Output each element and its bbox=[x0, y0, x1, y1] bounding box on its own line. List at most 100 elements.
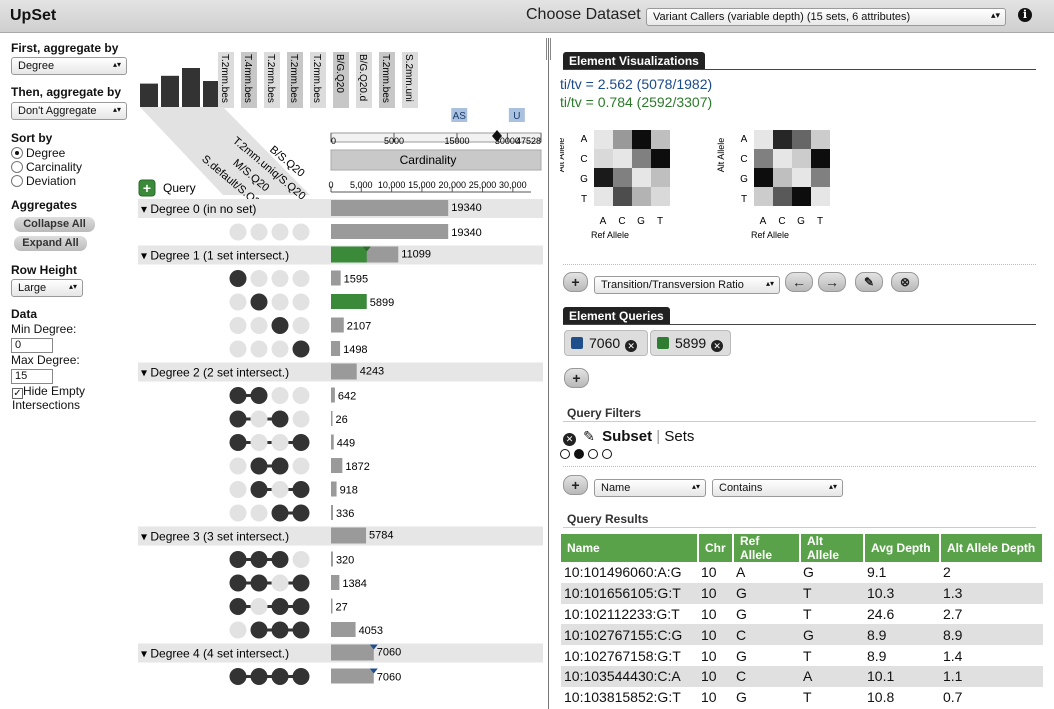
subset-count-label: 19340 bbox=[451, 227, 482, 239]
result-cell: 8.9 bbox=[940, 624, 1043, 646]
set-dot-empty bbox=[229, 223, 247, 241]
set-dot-empty bbox=[229, 481, 247, 498]
filter-op-select[interactable]: Contains ▴▾ bbox=[712, 479, 843, 497]
viz-type-value: Transition/Transversion Ratio bbox=[601, 279, 744, 291]
group-count-label: 11099 bbox=[401, 249, 431, 261]
result-cell: 8.9 bbox=[864, 624, 940, 646]
set-dot-filled bbox=[292, 598, 310, 615]
set-dot-filled bbox=[250, 621, 268, 639]
set-dot-empty bbox=[292, 387, 310, 404]
add-query-button[interactable]: + bbox=[564, 368, 589, 388]
pencil-icon[interactable]: ✎ bbox=[583, 428, 595, 444]
subset-count-label: 5899 bbox=[370, 297, 394, 309]
remove-visualization-button[interactable]: ⊗ bbox=[891, 272, 919, 292]
result-cell: 10:102112233:G:T bbox=[564, 605, 680, 622]
heatmap-x-label: Ref Allele bbox=[591, 230, 629, 240]
column-header-avg-depth[interactable]: Avg Depth bbox=[864, 534, 941, 562]
set-dot-filled bbox=[271, 598, 289, 615]
result-cell: G bbox=[736, 647, 747, 664]
set-dot-filled bbox=[229, 668, 247, 685]
filter-sets-tab[interactable]: Sets bbox=[664, 428, 694, 445]
heatmap-x-label: Ref Allele bbox=[751, 230, 789, 240]
subset-count-label: 2107 bbox=[347, 321, 371, 333]
add-visualization-button[interactable]: + bbox=[563, 272, 588, 292]
column-header-alt-allele-depth[interactable]: Alt Allele Depth bbox=[940, 534, 1044, 562]
row-height-select[interactable]: Large ▴▾ bbox=[11, 279, 83, 297]
result-row[interactable]: 10:102112233:G:T 10 G T 24.6 2.7 bbox=[561, 604, 1043, 625]
group-cardinality-bar bbox=[331, 527, 367, 544]
close-icon[interactable]: ✕ bbox=[625, 340, 638, 352]
set-dot-empty bbox=[250, 317, 268, 334]
heatmap-cell bbox=[651, 168, 670, 187]
set-dot-empty bbox=[292, 551, 310, 568]
add-filter-button[interactable]: + bbox=[563, 475, 588, 495]
set-dot-filled bbox=[292, 481, 310, 498]
set-dot-filled bbox=[229, 551, 247, 568]
subset-cardinality-bar bbox=[331, 434, 334, 450]
heatmap-row-label: C bbox=[740, 154, 747, 165]
column-header-alt-allele[interactable]: Alt Allele bbox=[800, 534, 865, 562]
set-dot-empty bbox=[250, 504, 268, 522]
column-header-ref-allele[interactable]: Ref Allele bbox=[733, 534, 801, 562]
axis-tick-label: 0 bbox=[328, 180, 333, 190]
sort-radio-degree[interactable]: Degree bbox=[11, 146, 65, 160]
result-row[interactable]: 10:101496060:A:G 10 A G 9.1 2 bbox=[561, 562, 1043, 583]
set-size-bar bbox=[182, 68, 200, 107]
subset-cardinality-bar bbox=[331, 458, 343, 473]
result-cell: G bbox=[736, 605, 747, 622]
set-dot-empty bbox=[229, 621, 247, 639]
set-dot-empty bbox=[229, 293, 247, 311]
set-dot-empty bbox=[292, 410, 310, 428]
query-color-swatch bbox=[571, 337, 583, 349]
filter-dot-filled bbox=[574, 449, 584, 459]
dataset-select[interactable]: Variant Callers (variable depth) (15 set… bbox=[646, 8, 1006, 26]
set-dot-empty bbox=[292, 317, 310, 334]
column-header-name[interactable]: Name bbox=[561, 534, 699, 562]
filter-field-select[interactable]: Name ▴▾ bbox=[594, 479, 706, 497]
divider-handle[interactable] bbox=[546, 38, 551, 60]
viz-type-select[interactable]: Transition/Transversion Ratio ▴▾ bbox=[594, 276, 780, 294]
set-dot-empty bbox=[271, 574, 289, 592]
result-row[interactable]: 10:103815852:G:T 10 G T 10.8 0.7 bbox=[561, 687, 1043, 708]
filter-subset-tab[interactable]: Subset bbox=[602, 428, 652, 445]
then-aggregate-select[interactable]: Don't Aggregate ▴▾ bbox=[11, 102, 127, 120]
first-aggregate-select[interactable]: Degree ▴▾ bbox=[11, 57, 127, 75]
query-highlight-bar bbox=[331, 246, 367, 263]
panel-divider[interactable] bbox=[548, 38, 549, 709]
heatmap-cell bbox=[594, 130, 613, 149]
set-marker-label: U bbox=[513, 111, 520, 122]
subset-count-label: 642 bbox=[338, 391, 356, 403]
set-dot-filled bbox=[292, 434, 310, 451]
sort-radio-deviation[interactable]: Deviation bbox=[11, 174, 76, 188]
collapse-all-button[interactable]: Collapse All bbox=[14, 217, 95, 232]
close-icon[interactable]: ✕ bbox=[563, 433, 576, 446]
subset-count-label: 336 bbox=[336, 508, 354, 520]
group-cardinality-bar bbox=[331, 644, 374, 661]
result-row[interactable]: 10:102767155:C:G 10 C G 8.9 8.9 bbox=[561, 624, 1043, 646]
query-chip-1[interactable]: 7060 ✕ bbox=[564, 330, 648, 356]
max-degree-input[interactable]: 15 bbox=[11, 369, 53, 384]
expand-all-button[interactable]: Expand All bbox=[14, 236, 87, 251]
result-cell: 24.6 bbox=[867, 605, 895, 622]
element-queries-header: Element Queries bbox=[563, 307, 670, 324]
subset-cardinality-bar bbox=[331, 598, 333, 614]
info-icon[interactable]: i bbox=[1018, 8, 1032, 22]
result-row[interactable]: 10:101656105:G:T 10 G T 10.3 1.3 bbox=[561, 582, 1043, 604]
sort-radio-cardinality[interactable]: Carcinality bbox=[11, 160, 82, 174]
hide-empty-checkbox[interactable]: ✓Hide Empty Intersections bbox=[12, 385, 102, 412]
result-cell: T bbox=[803, 689, 812, 706]
edit-pencil-button[interactable]: ✎ bbox=[855, 272, 883, 292]
query-chip-2[interactable]: 5899 ✕ bbox=[650, 330, 731, 356]
filter-dot-empty bbox=[560, 449, 570, 459]
heatmap-cell bbox=[651, 149, 670, 168]
close-icon[interactable]: ✕ bbox=[711, 340, 724, 352]
min-degree-input[interactable]: 0 bbox=[11, 338, 53, 353]
result-row[interactable]: 10:103544430:C:A 10 C A 10.1 1.1 bbox=[561, 665, 1043, 687]
subset-count-label: 449 bbox=[337, 438, 355, 450]
column-header-chr[interactable]: Chr bbox=[698, 534, 734, 562]
arrow-left-button[interactable]: ← bbox=[785, 272, 813, 292]
arrow-right-button[interactable]: → bbox=[818, 272, 846, 292]
group-cardinality-bar bbox=[331, 200, 449, 216]
result-row[interactable]: 10:102767158:G:T 10 G T 8.9 1.4 bbox=[561, 645, 1043, 666]
heatmap-col-label: T bbox=[657, 216, 663, 227]
